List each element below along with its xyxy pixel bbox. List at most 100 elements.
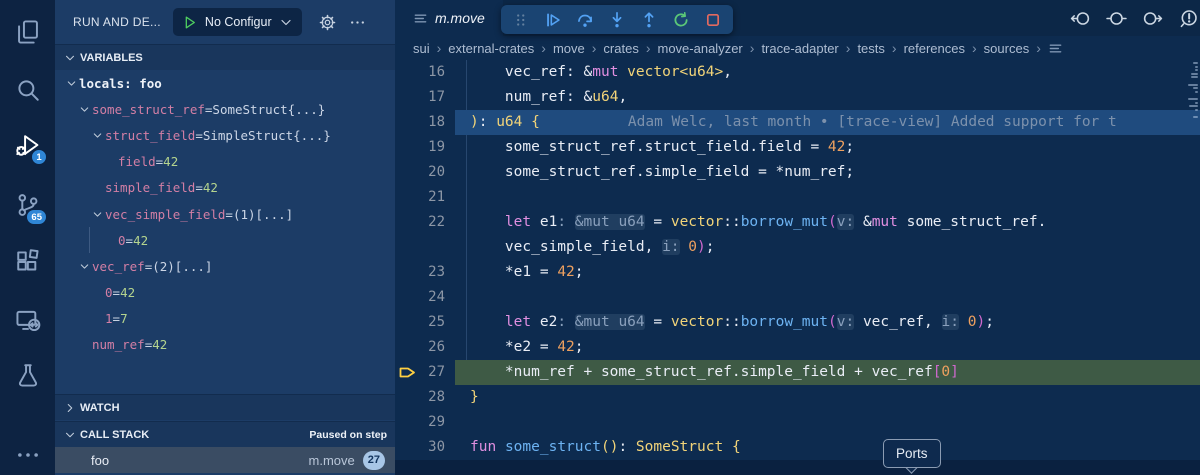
launch-config-dropdown[interactable]: No Configur [173,8,302,36]
breadcrumb-item[interactable]: trace-adapter [761,41,838,56]
breadcrumb-item[interactable]: sources [984,41,1030,56]
code-line[interactable]: 20 some_struct_ref.simple_field = *num_r… [395,160,1200,185]
variable-row[interactable]: struct_field = SimpleStruct{...} [55,122,395,148]
watch-section-header[interactable]: WATCH [55,394,395,420]
stop-icon[interactable] [699,7,727,32]
step-out-icon[interactable] [635,7,663,32]
variables-section-header[interactable]: VARIABLES [55,44,395,70]
code-line[interactable]: vec_simple_field, i: 0); [395,235,1200,260]
code-line[interactable]: 17 num_ref: &u64, [395,85,1200,110]
variable-name: 0 [105,285,113,300]
breadcrumb-item[interactable]: move [553,41,585,56]
restart-icon[interactable] [667,7,695,32]
sidebar-header: RUN AND DE... No Configur [55,0,395,44]
variable-row[interactable]: locals: foo [55,70,395,96]
code-line[interactable]: 30fun some_struct(): SomeStruct { [395,435,1200,460]
line-number[interactable]: 19 [395,135,445,160]
ports-tooltip: Ports [883,439,941,468]
token: ] [950,364,959,380]
variable-row[interactable]: vec_simple_field = (1)[...] [55,201,395,227]
variable-row[interactable]: 0 = 42 [55,280,395,306]
chevron-down-icon[interactable] [76,101,92,117]
continue-icon[interactable] [539,7,567,32]
line-number[interactable]: 16 [395,60,445,85]
variable-row[interactable]: num_ref = 42 [55,332,395,358]
tab-m-move[interactable]: m.move [395,0,503,36]
activity-item-run-and-debug[interactable]: 1 [0,121,55,169]
breadcrumb-item[interactable]: move-analyzer [658,41,743,56]
variable-row[interactable]: field = 42 [55,149,395,175]
code-line[interactable]: 28} [395,385,1200,410]
code-line[interactable]: 22 let e1: &mut u64 = vector::borrow_mut… [395,210,1200,235]
activity-item-remote-explorer[interactable] [0,296,55,344]
equals: = [126,233,134,248]
debug-step-arrow-icon [399,365,416,380]
activity-item-testing[interactable] [0,351,55,399]
code-line[interactable]: 25 let e2: &mut u64 = vector::borrow_mut… [395,310,1200,335]
chevron-down-icon[interactable] [63,75,79,91]
step-over-icon[interactable] [571,7,599,32]
line-number[interactable]: 30 [395,435,445,460]
variable-value: 42 [133,233,148,248]
variable-name: 1 [105,311,113,326]
line-number[interactable]: 20 [395,160,445,185]
activity-item-more-views[interactable] [0,431,55,475]
code-line[interactable]: 21 [395,185,1200,210]
token: ) [470,114,479,130]
breadcrumb-item[interactable]: tests [857,41,884,56]
code-line[interactable]: 16 vec_ref: &mut vector<u64>, [395,60,1200,85]
circle-alert-icon[interactable] [1177,7,1200,30]
call-stack-frame[interactable]: foo m.move 27 [55,447,395,473]
activity-item-extensions[interactable] [0,238,55,286]
breadcrumb-item[interactable]: references [904,41,965,56]
line-number[interactable]: 18 [395,110,445,135]
code-line[interactable]: 19 some_struct_ref.struct_field.field = … [395,135,1200,160]
code-line[interactable]: 26 *e2 = 42; [395,335,1200,360]
variable-row[interactable]: 0 = 42 [55,227,395,253]
gear-icon[interactable] [316,10,340,34]
line-number[interactable]: 23 [395,260,445,285]
code-text: *e1 = 42; [470,260,584,285]
circle-dash-icon[interactable] [1105,7,1128,30]
activity-item-source-control[interactable]: 65 [0,181,55,229]
code-line[interactable]: 27 *num_ref + some_struct_ref.simple_fie… [395,360,1200,385]
line-number[interactable]: 26 [395,335,445,360]
code-line[interactable]: 18): u64 {Adam Welc, last month • [trace… [395,110,1200,135]
more-actions-icon[interactable] [346,10,370,34]
line-number[interactable]: 21 [395,185,445,210]
variable-row[interactable]: 1 = 7 [55,306,395,332]
token: borrow_mut [741,214,828,230]
line-number[interactable]: 28 [395,385,445,410]
variable-row[interactable]: some_struct_ref = SomeStruct{...} [55,96,395,122]
circle-arrow-left-icon[interactable] [1069,7,1092,30]
chevron-down-icon[interactable] [89,206,105,222]
code-line[interactable]: 24 [395,285,1200,310]
call-stack-section-header[interactable]: CALL STACK Paused on step [55,421,395,447]
code-line[interactable]: 23 *e1 = 42; [395,260,1200,285]
breadcrumb-item[interactable]: crates [603,41,638,56]
breadcrumb-item[interactable]: sui [413,41,430,56]
drag-handle-icon[interactable] [507,7,535,32]
activity-item-search[interactable] [0,66,55,114]
chevron-down-icon[interactable] [89,127,105,143]
token: num_ref: [470,89,584,105]
circle-arrow-right-icon[interactable] [1141,7,1164,30]
code-line[interactable]: 29 [395,410,1200,435]
line-number[interactable] [395,235,445,260]
step-into-icon[interactable] [603,7,631,32]
line-number[interactable]: 29 [395,410,445,435]
variable-row[interactable]: simple_field = 42 [55,175,395,201]
breadcrumb-item[interactable]: external-crates [448,41,534,56]
line-number[interactable]: 24 [395,285,445,310]
equals: = [205,102,213,117]
line-number[interactable]: 22 [395,210,445,235]
file-icon[interactable] [1048,41,1063,56]
minimap[interactable] [1187,60,1200,462]
line-number[interactable]: 25 [395,310,445,335]
activity-item-explorer[interactable] [0,8,55,56]
chevron-down-icon[interactable] [76,258,92,274]
start-debugging-icon[interactable] [181,10,199,34]
line-number[interactable]: 17 [395,85,445,110]
token: &mut u64 [575,314,645,330]
variable-row[interactable]: vec_ref = (2)[...] [55,253,395,279]
